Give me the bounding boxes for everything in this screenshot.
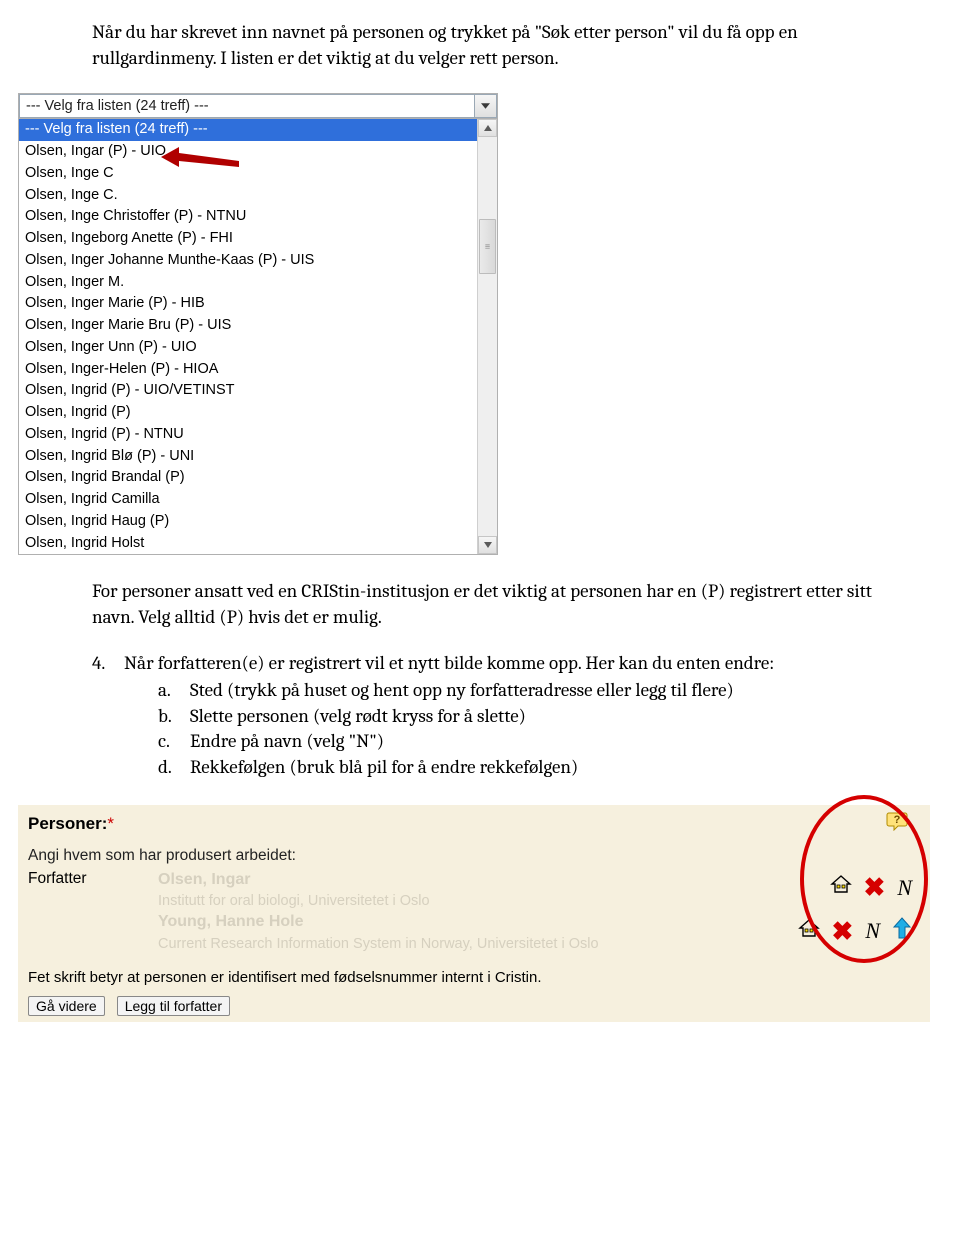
person-row-actions: ✖ N [750,916,920,946]
person-dropdown[interactable]: --- Velg fra listen (24 treff) --- [19,94,497,118]
step-4-lead: Når forfatteren(e) er registrert vil et … [124,652,774,674]
reorder-up-arrow-icon[interactable] [892,917,912,946]
dropdown-item[interactable]: Olsen, Inger Marie Bru (P) - UIS [19,315,477,337]
scroll-down-icon[interactable] [478,536,497,554]
persons-panel-screenshot: Personer:* ? Angi hvem som har produsert… [18,805,914,1022]
list-marker: 4. [92,651,124,781]
bold-note: Fet skrift betyr at personen er identifi… [28,968,920,988]
chevron-down-icon[interactable] [474,95,496,117]
dropdown-item[interactable]: Olsen, Inge Christoffer (P) - NTNU [19,206,477,228]
edit-name-n-icon[interactable]: N [897,873,912,903]
person-dropdown-screenshot: --- Velg fra listen (24 treff) --- --- V… [18,93,914,555]
role-label: Forfatter [28,869,158,954]
step-4-list: 4. Når forfatteren(e) er registrert vil … [92,651,914,781]
person-row-actions: ✖ N [750,873,920,903]
add-author-button[interactable]: Legg til forfatter [117,996,230,1016]
house-icon[interactable] [798,918,820,945]
dropdown-item[interactable]: Olsen, Ingrid Blø (P) - UNI [19,446,477,468]
dropdown-item[interactable]: Olsen, Ingrid Haug (P) [19,511,477,533]
dropdown-scrollbar[interactable] [477,119,497,554]
dropdown-item[interactable]: Olsen, Ingrid (P) [19,402,477,424]
persons-subtitle: Angi hvem som har produsert arbeidet: [28,846,920,867]
dropdown-item[interactable]: Olsen, Inge C. [19,185,477,207]
sub-marker: a. [158,678,190,704]
sub-marker: b. [158,704,190,730]
dropdown-selected-text: --- Velg fra listen (24 treff) --- [20,95,474,119]
cristin-note-paragraph: For personer ansatt ved en CRIStin-insti… [92,579,914,630]
required-asterisk-icon: * [107,814,114,833]
dropdown-item[interactable]: Olsen, Ingrid Brandal (P) [19,467,477,489]
dropdown-item[interactable]: Olsen, Ingar (P) - UIO [19,141,477,163]
dropdown-item[interactable]: Olsen, Inge C [19,163,477,185]
sub-marker: d. [158,755,190,781]
intro-paragraph: Når du har skrevet inn navnet på persone… [92,20,914,71]
go-next-button[interactable]: Gå videre [28,996,105,1016]
sub-marker: c. [158,729,190,755]
dropdown-item[interactable]: Olsen, Ingrid (P) - UIO/VETINST [19,380,477,402]
sub-text: Rekkefølgen (bruk blå pil for å endre re… [190,755,578,781]
dropdown-item[interactable]: Olsen, Ingeborg Anette (P) - FHI [19,228,477,250]
persons-title: Personer:* [28,813,920,836]
sub-text: Endre på navn (velg "N") [190,729,384,755]
persons-name-list: Olsen, Ingar Institutt for oral biologi,… [158,869,750,954]
dropdown-item[interactable]: Olsen, Inger-Helen (P) - HIOA [19,359,477,381]
sub-text: Sted (trykk på huset og hent opp ny forf… [190,678,734,704]
dropdown-item[interactable]: Olsen, Ingrid Camilla [19,489,477,511]
dropdown-item[interactable]: Olsen, Inger M. [19,272,477,294]
house-icon[interactable] [830,874,852,901]
scroll-thumb[interactable] [479,219,496,274]
dropdown-item[interactable]: Olsen, Ingrid (P) - NTNU [19,424,477,446]
dropdown-item[interactable]: Olsen, Inger Unn (P) - UIO [19,337,477,359]
dropdown-item[interactable]: Olsen, Ingrid Holst [19,533,477,555]
delete-x-icon[interactable]: ✖ [832,921,854,942]
dropdown-item[interactable]: Olsen, Inger Marie (P) - HIB [19,293,477,315]
scroll-up-icon[interactable] [478,119,497,137]
svg-text:?: ? [894,814,901,826]
help-icon[interactable]: ? [886,811,908,831]
delete-x-icon[interactable]: ✖ [864,877,886,898]
dropdown-item[interactable]: Olsen, Inger Johanne Munthe-Kaas (P) - U… [19,250,477,272]
person-dropdown-list[interactable]: --- Velg fra listen (24 treff) --- Olsen… [19,119,477,554]
dropdown-item-highlighted[interactable]: --- Velg fra listen (24 treff) --- [19,119,477,141]
edit-name-n-icon[interactable]: N [865,916,880,946]
sub-text: Slette personen (velg rødt kryss for å s… [190,704,526,730]
